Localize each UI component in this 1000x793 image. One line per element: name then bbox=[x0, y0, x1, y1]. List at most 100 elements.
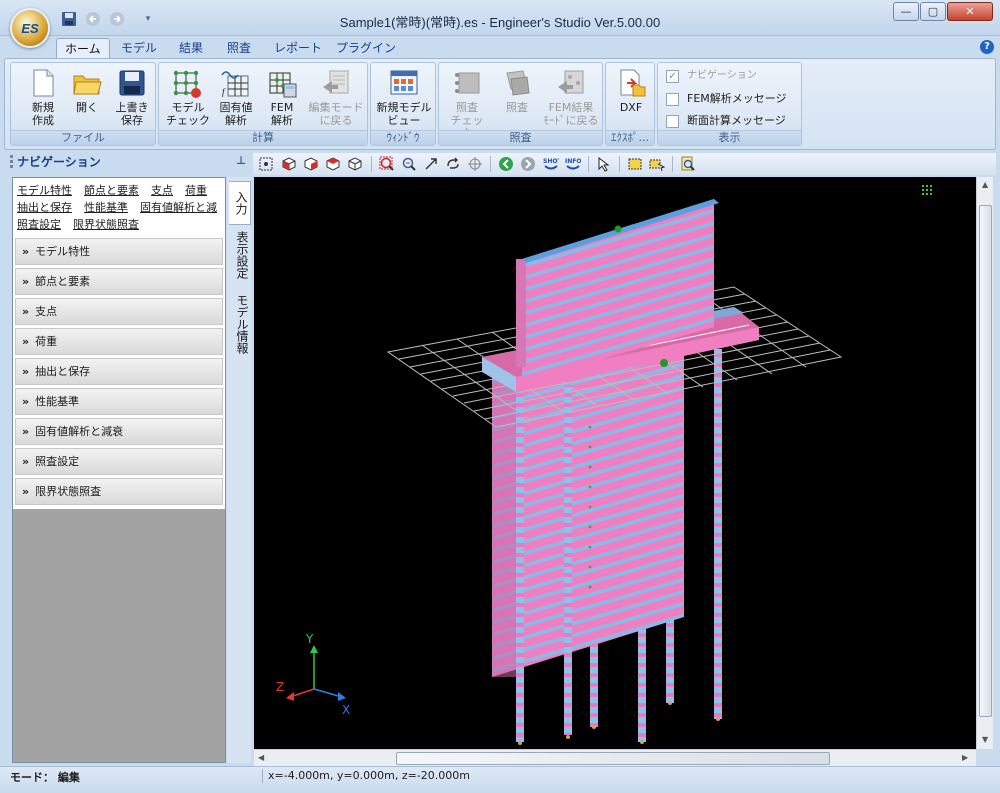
section-check-settings[interactable]: » 照査設定 bbox=[15, 448, 223, 475]
section-eigenvalue-damping[interactable]: » 固有値解析と減衰 bbox=[15, 418, 223, 445]
navigation-toggle[interactable]: ✓ ナビゲーション bbox=[666, 67, 757, 85]
zoom-window-button[interactable] bbox=[378, 155, 396, 173]
section-supports[interactable]: » 支点 bbox=[15, 298, 223, 325]
new-file-button[interactable]: 新規 作成 bbox=[23, 67, 63, 127]
maximize-button[interactable]: ▢ bbox=[920, 2, 946, 21]
help-icon[interactable]: ? bbox=[980, 40, 994, 54]
back-to-edit-mode-button[interactable]: 編集モード に戻る bbox=[307, 67, 365, 127]
snap-button[interactable] bbox=[466, 155, 484, 173]
cube-wire-icon bbox=[348, 157, 362, 171]
link-model-properties[interactable]: モデル特性 bbox=[17, 182, 72, 199]
vertical-scroll-thumb[interactable] bbox=[979, 205, 992, 717]
tab-plugin[interactable]: プラグイン bbox=[328, 38, 404, 59]
status-separator bbox=[262, 769, 263, 783]
link-extract-save[interactable]: 抽出と保存 bbox=[17, 199, 72, 216]
view-side-button[interactable] bbox=[324, 155, 342, 173]
link-check-settings[interactable]: 照査設定 bbox=[17, 216, 61, 233]
model-check-button[interactable]: モデル チェック bbox=[165, 67, 211, 127]
grip-handle[interactable] bbox=[10, 155, 13, 168]
link-supports[interactable]: 支点 bbox=[151, 182, 173, 199]
link-performance-criteria[interactable]: 性能基準 bbox=[84, 199, 128, 216]
scroll-up-icon[interactable]: ▲ bbox=[982, 180, 988, 189]
new-model-view-label: 新規モデル ビュー bbox=[376, 101, 432, 127]
close-button[interactable]: ✕ bbox=[947, 2, 993, 21]
tab-display-settings[interactable]: 表示設定 bbox=[229, 227, 251, 283]
horizontal-scrollbar[interactable]: ◀ ▶ bbox=[254, 749, 976, 766]
pin-icon[interactable]: ⊥ bbox=[236, 154, 246, 167]
check-button[interactable]: 照査 bbox=[497, 67, 537, 114]
navigation-checkbox[interactable]: ✓ bbox=[666, 69, 679, 83]
section-calc-message-toggle[interactable]: 断面計算メッセージ bbox=[666, 112, 786, 130]
scroll-right-icon[interactable]: ▶ bbox=[962, 753, 968, 762]
pointer-icon bbox=[598, 156, 610, 172]
zoom-out-button[interactable] bbox=[400, 155, 418, 173]
application-menu-button[interactable]: ES bbox=[10, 8, 50, 48]
link-nodes-elements[interactable]: 節点と要素 bbox=[84, 182, 139, 199]
previous-view-button[interactable] bbox=[497, 155, 515, 173]
section-extract-save[interactable]: » 抽出と保存 bbox=[15, 358, 223, 385]
tab-results[interactable]: 結果 bbox=[171, 38, 211, 59]
view-iso-button[interactable] bbox=[280, 155, 298, 173]
tab-model[interactable]: モデル bbox=[113, 38, 165, 59]
open-button[interactable]: 開く bbox=[67, 67, 107, 114]
fem-message-checkbox[interactable] bbox=[666, 92, 679, 106]
section-label: 性能基準 bbox=[35, 395, 80, 408]
section-label: 照査設定 bbox=[35, 455, 80, 468]
rotate-view-button[interactable] bbox=[422, 155, 440, 173]
next-view-button[interactable] bbox=[519, 155, 537, 173]
overwrite-save-button[interactable]: 上書き 保存 bbox=[111, 67, 153, 127]
section-loads[interactable]: » 荷重 bbox=[15, 328, 223, 355]
tab-input[interactable]: 入力 bbox=[229, 181, 251, 225]
ribbon-tab-bar: ホーム モデル 結果 照査 レポート プラグイン bbox=[0, 36, 1000, 59]
section-calc-message-checkbox[interactable] bbox=[666, 114, 679, 128]
scroll-down-icon[interactable]: ▼ bbox=[982, 735, 988, 744]
section-performance-criteria[interactable]: » 性能基準 bbox=[15, 388, 223, 415]
vertical-scrollbar[interactable]: ▲ ▼ bbox=[976, 177, 993, 749]
link-eigenvalue-damping[interactable]: 固有値解析と減 bbox=[140, 199, 217, 216]
screenshot-button[interactable]: SHOT bbox=[542, 155, 560, 173]
scroll-left-icon[interactable]: ◀ bbox=[258, 753, 264, 762]
minimize-button[interactable]: — bbox=[893, 2, 919, 21]
back-arrow-icon bbox=[499, 157, 513, 171]
horizontal-scroll-thumb[interactable] bbox=[396, 752, 830, 765]
model-viewport[interactable]: Y X Z bbox=[254, 177, 976, 749]
pan-view-button[interactable] bbox=[444, 155, 462, 173]
check-group-label: 照査 bbox=[439, 130, 602, 145]
tab-home[interactable]: ホーム bbox=[56, 38, 110, 59]
fit-view-button[interactable] bbox=[257, 155, 275, 173]
link-loads[interactable]: 荷重 bbox=[185, 182, 207, 199]
mode-status: モード： 編集 bbox=[10, 771, 80, 784]
fem-message-toggle[interactable]: FEM解析メッセージ bbox=[666, 90, 787, 108]
cube-front-icon bbox=[304, 157, 318, 171]
section-label: 節点と要素 bbox=[35, 275, 91, 288]
fem-analysis-button[interactable]: FEM 解析 bbox=[262, 67, 302, 127]
axis-triad bbox=[286, 645, 346, 701]
tab-report[interactable]: レポート bbox=[266, 38, 330, 59]
tab-check[interactable]: 照査 bbox=[219, 38, 259, 59]
back-to-edit-mode-label: 編集モード に戻る bbox=[308, 101, 364, 127]
model-check-icon bbox=[173, 70, 201, 98]
back-to-fem-result-button[interactable]: FEM結果 ﾓｰﾄﾞに戻る bbox=[541, 67, 601, 127]
forward-arrow-icon bbox=[521, 157, 535, 171]
link-limit-state-check[interactable]: 限界状態照査 bbox=[73, 216, 139, 233]
select-button[interactable] bbox=[595, 155, 613, 173]
section-limit-state-check[interactable]: » 限界状態照査 bbox=[15, 478, 223, 505]
new-model-view-button[interactable]: 新規モデル ビュー bbox=[375, 67, 433, 127]
view-front-button[interactable] bbox=[302, 155, 320, 173]
select-box-button[interactable] bbox=[626, 155, 644, 173]
info-button[interactable]: INFO bbox=[564, 155, 582, 173]
chevron-right-icon: » bbox=[22, 425, 30, 438]
section-model-properties[interactable]: » モデル特性 bbox=[15, 238, 223, 265]
new-file-label: 新規 作成 bbox=[32, 101, 54, 127]
fem-message-label: FEM解析メッセージ bbox=[687, 92, 787, 105]
select-element-button[interactable] bbox=[648, 155, 666, 173]
section-nodes-elements[interactable]: » 節点と要素 bbox=[15, 268, 223, 295]
chevron-right-icon: » bbox=[22, 245, 30, 258]
calc-group: モデル チェック f 固有値 解析 FEM 解析 編集モード に戻る 計算 bbox=[158, 62, 368, 146]
eigenvalue-analysis-button[interactable]: f 固有値 解析 bbox=[214, 67, 258, 127]
dxf-export-button[interactable]: DXF bbox=[610, 67, 652, 114]
shot-icon: SHOT bbox=[543, 158, 559, 170]
find-button[interactable] bbox=[679, 155, 697, 173]
tab-model-info[interactable]: モデル情報 bbox=[229, 289, 251, 359]
view-wire-button[interactable] bbox=[346, 155, 364, 173]
